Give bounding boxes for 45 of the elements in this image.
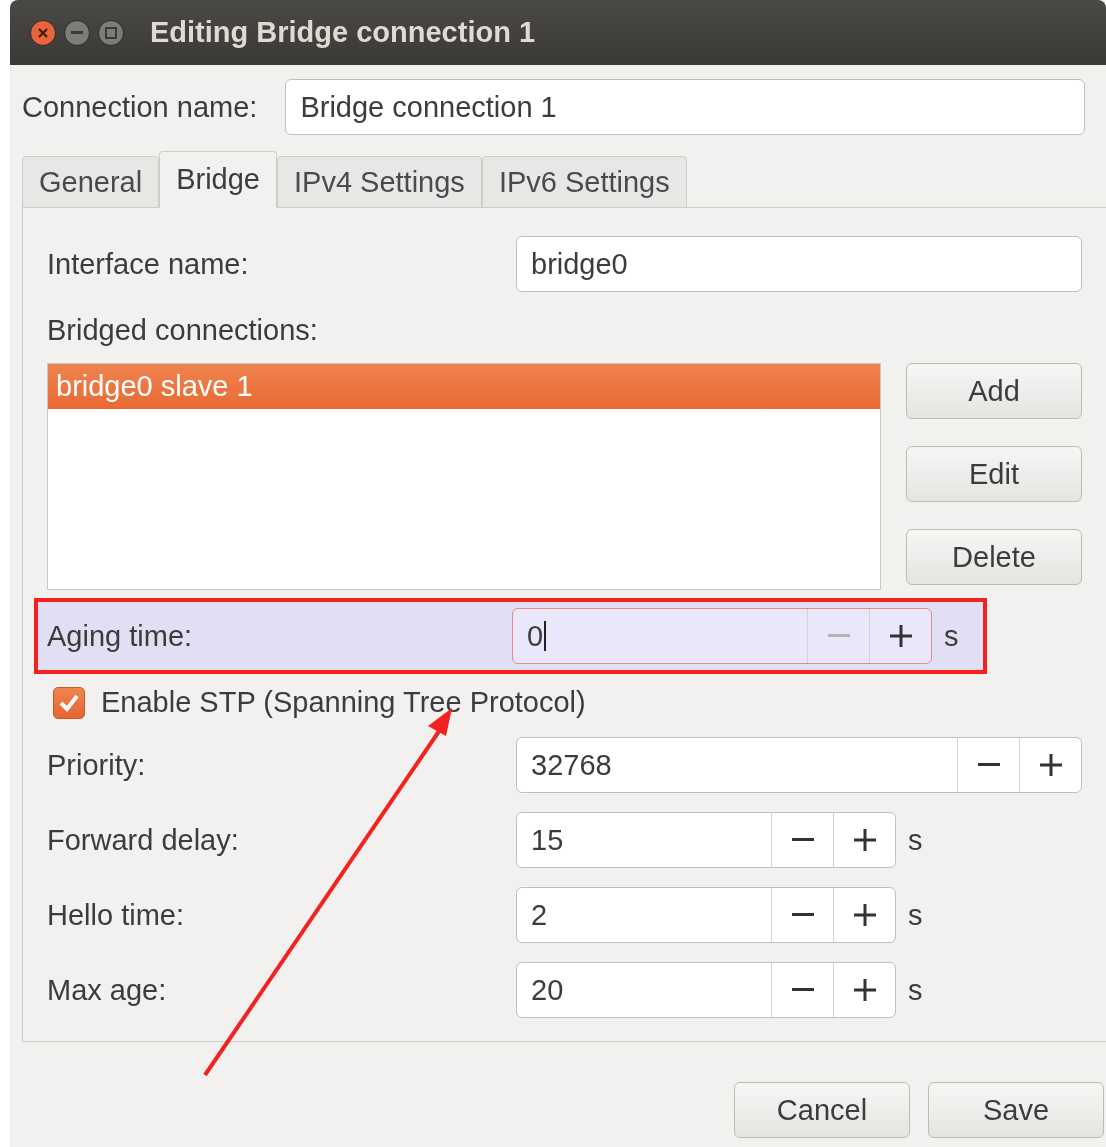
close-icon[interactable] bbox=[30, 19, 56, 46]
field-label: Interface name: bbox=[47, 247, 250, 281]
minus-icon bbox=[791, 838, 814, 842]
checkbox[interactable] bbox=[53, 686, 85, 719]
unit-label: s bbox=[944, 619, 959, 653]
field-label: Priority: bbox=[47, 748, 147, 782]
checkbox-label: Enable STP (Spanning Tree Protocol) bbox=[101, 686, 586, 719]
section-label: Bridged connections: bbox=[47, 314, 319, 347]
spin-field[interactable]: 20 bbox=[516, 962, 896, 1018]
input-field[interactable]: bridge0 bbox=[516, 236, 1082, 292]
tab[interactable]: IPv4 Settings bbox=[277, 156, 482, 208]
plus-icon bbox=[853, 904, 876, 926]
minus-icon bbox=[791, 913, 814, 917]
spin-field[interactable]: 2 bbox=[516, 887, 896, 943]
plus-icon bbox=[853, 979, 876, 1001]
field-label: Max age: bbox=[47, 973, 168, 1007]
minus-icon bbox=[827, 634, 850, 638]
unit-label: s bbox=[908, 973, 923, 1007]
spin-field[interactable]: 15 bbox=[516, 812, 896, 868]
action-button[interactable]: Add bbox=[906, 363, 1082, 419]
window-title: Editing Bridge connection 1 bbox=[150, 16, 536, 49]
checkmark-icon bbox=[58, 692, 80, 713]
action-button[interactable]: Delete bbox=[906, 529, 1082, 585]
plus-icon bbox=[853, 829, 876, 851]
field-label: Aging time: bbox=[47, 619, 194, 653]
minus-icon bbox=[791, 988, 814, 992]
action-button[interactable]: Edit bbox=[906, 446, 1082, 502]
spin-field[interactable]: 0 bbox=[512, 608, 932, 664]
field-label: Hello time: bbox=[47, 898, 185, 932]
spin-field[interactable]: 32768 bbox=[516, 737, 1082, 793]
dialog-button[interactable]: Cancel bbox=[734, 1082, 910, 1138]
field-label: Forward delay: bbox=[47, 823, 240, 857]
tab[interactable]: General bbox=[22, 156, 160, 208]
tab[interactable]: Bridge bbox=[159, 151, 277, 208]
minimize-icon[interactable] bbox=[64, 19, 90, 46]
minus-icon bbox=[977, 763, 1000, 767]
dialog-button[interactable]: Save bbox=[928, 1082, 1104, 1138]
field-label: Connection name: bbox=[22, 90, 258, 124]
maximize-icon[interactable] bbox=[98, 19, 124, 46]
unit-label: s bbox=[908, 823, 923, 857]
unit-label: s bbox=[908, 898, 923, 932]
plus-icon bbox=[889, 625, 912, 647]
tab[interactable]: IPv6 Settings bbox=[481, 156, 687, 208]
input-field[interactable]: Bridge connection 1 bbox=[285, 79, 1086, 135]
plus-icon bbox=[1039, 754, 1062, 776]
